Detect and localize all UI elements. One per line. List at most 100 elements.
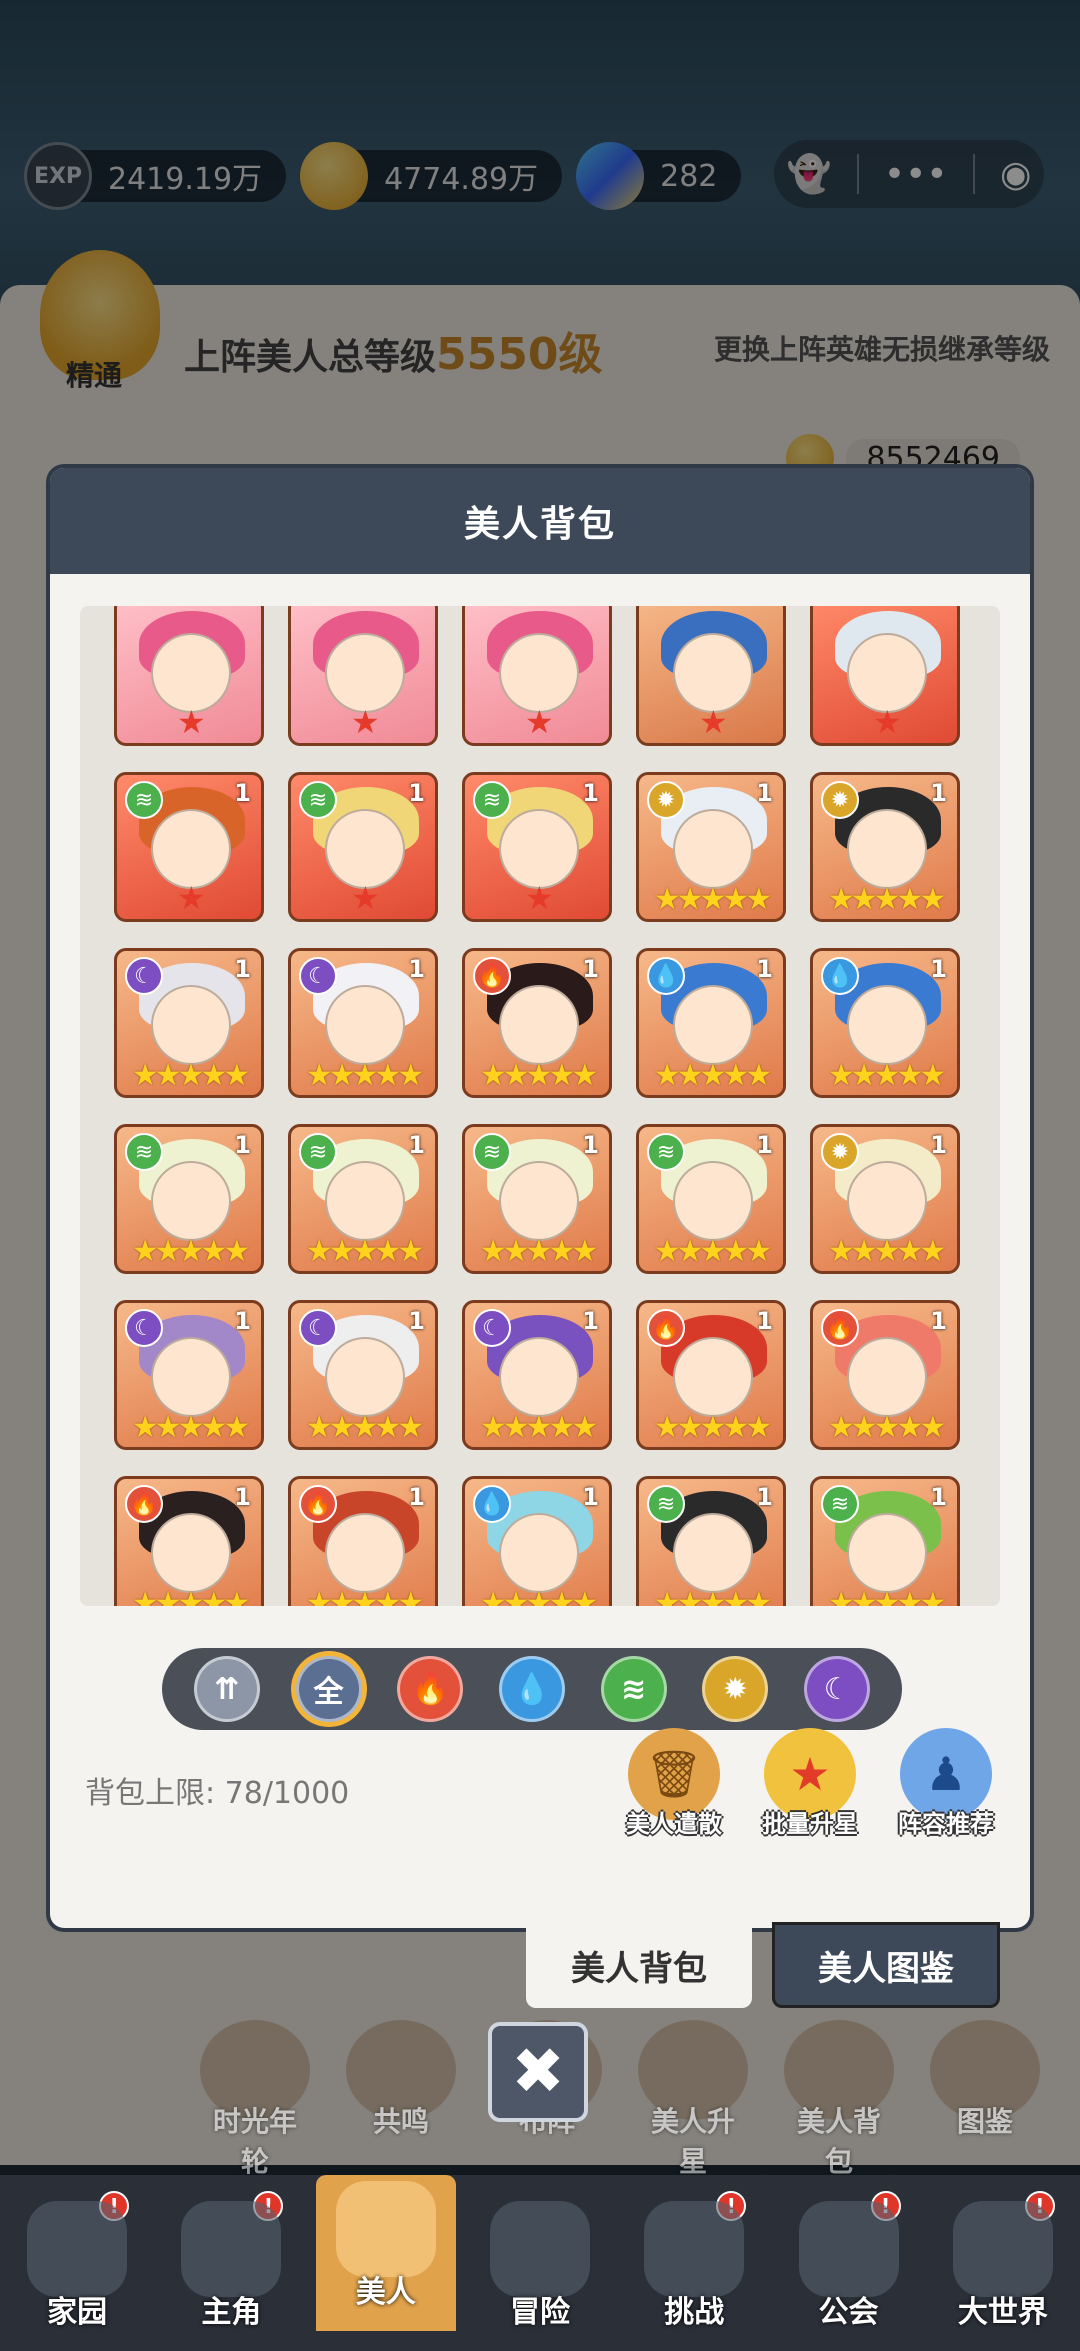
dismiss-label: 美人遣散 — [626, 1810, 722, 1838]
star-rating: ★★★★★ — [305, 1586, 424, 1606]
hero-count: 1 — [582, 1131, 599, 1159]
hero-card[interactable]: ✹ 1 ★★★★★ — [810, 772, 960, 922]
hero-card[interactable]: ★ — [114, 606, 264, 746]
hero-card[interactable]: 🔥 1 ★★★★★ — [810, 1300, 960, 1450]
nav-guild[interactable]: !公会 — [779, 2191, 919, 2331]
filter-water-icon[interactable]: 💧 — [498, 1656, 565, 1722]
hero-count: 1 — [408, 1307, 425, 1335]
hero-face — [151, 1513, 231, 1593]
hero-card[interactable]: ≋ 1 ★★★★★ — [462, 1124, 612, 1274]
nav-home[interactable]: !家园 — [7, 2191, 147, 2331]
nav-beauty[interactable]: 美人 — [315, 2175, 456, 2331]
hero-face — [673, 1513, 753, 1593]
hero-card[interactable]: ☾ 1 ★★★★★ — [114, 1300, 264, 1450]
modal-title: 美人背包 — [50, 468, 1030, 574]
hero-card[interactable]: ≋ 1 ★★★★★ — [114, 1124, 264, 1274]
fire-element-icon: 🔥 — [125, 1485, 163, 1523]
filter-wind-icon[interactable]: ≋ — [600, 1656, 667, 1722]
hero-card[interactable]: ✹ 1 ★★★★★ — [810, 1124, 960, 1274]
hero-count: 1 — [582, 1483, 599, 1511]
hero-card[interactable]: ≋ 1 ★ — [288, 772, 438, 922]
hero-card[interactable]: 🔥 1 ★★★★★ — [288, 1476, 438, 1606]
star-rating: ★★★★★ — [827, 1410, 946, 1445]
wind-element-icon: ≋ — [473, 1133, 511, 1171]
func-beauty-bag[interactable]: 美人背包 — [784, 2020, 894, 2180]
star-rating: ★ — [525, 879, 554, 917]
hero-count: 1 — [930, 1307, 947, 1335]
filter-dark-icon[interactable]: ☾ — [804, 1656, 871, 1722]
hero-card[interactable]: ≋ 1 ★ — [114, 772, 264, 922]
hero-card[interactable]: ≋ 1 ★★★★★ — [288, 1124, 438, 1274]
func-star-up[interactable]: 美人升星 — [638, 2020, 748, 2180]
star-rating: ★★★★★ — [131, 1410, 250, 1445]
hero-card[interactable]: 🔥 1 ★★★★★ — [636, 1300, 786, 1450]
hero-count: 1 — [930, 955, 947, 983]
hero-face — [673, 1337, 753, 1417]
hero-face — [325, 1513, 405, 1593]
nav-adventure[interactable]: 冒险 — [470, 2201, 610, 2331]
hero-card[interactable]: ★ — [810, 606, 960, 746]
hero-card[interactable]: ≋ 1 ★★★★★ — [636, 1476, 786, 1606]
func-time-wheel[interactable]: 时光年轮 — [200, 2020, 310, 2180]
hero-card[interactable]: 💧 1 ★★★★★ — [462, 1476, 612, 1606]
star-rating: ★ — [351, 703, 380, 741]
star-rating: ★★★★★ — [827, 882, 946, 917]
upgrade-sort-filter[interactable]: ⇈ — [193, 1656, 260, 1722]
hero-card[interactable]: ≋ 1 ★★★★★ — [810, 1476, 960, 1606]
hero-grid-scroll[interactable]: ★ ★ ★ ★ ★ ≋ 1 ★ ≋ 1 ★ ≋ 1 ★ ✹ 1 ★★★★★ ✹ 1 ★★★★★ ☾ 1 ★★★★★ ☾ 1 ★★★… — [80, 606, 1000, 1606]
close-modal-button[interactable]: ✖ — [488, 2022, 588, 2122]
hero-card[interactable]: ☾ 1 ★★★★★ — [288, 1300, 438, 1450]
hero-face — [151, 809, 231, 889]
filter-all[interactable]: 全 — [295, 1656, 362, 1722]
star-rating: ★★★★★ — [827, 1586, 946, 1606]
hero-count: 1 — [756, 1307, 773, 1335]
fire-element-icon: 🔥 — [647, 1309, 685, 1347]
hero-card[interactable]: ★ — [462, 606, 612, 746]
hero-card[interactable]: 💧 1 ★★★★★ — [636, 948, 786, 1098]
filter-fire-icon[interactable]: 🔥 — [397, 1656, 464, 1722]
hero-card[interactable]: ☾ 1 ★★★★★ — [462, 1300, 612, 1450]
hero-card[interactable]: 🔥 1 ★★★★★ — [462, 948, 612, 1098]
nav-protagonist[interactable]: !主角 — [161, 2191, 301, 2331]
hero-count: 1 — [234, 955, 251, 983]
filter-light-icon[interactable]: ✹ — [702, 1656, 769, 1722]
fire-element-icon: 🔥 — [299, 1485, 337, 1523]
nav-world[interactable]: !大世界 — [933, 2191, 1073, 2331]
star-rating: ★ — [525, 703, 554, 741]
dark-element-icon: ☾ — [299, 957, 337, 995]
hero-face — [847, 1161, 927, 1241]
home-icon — [27, 2201, 128, 2297]
func-resonance[interactable]: 共鸣 — [346, 2020, 456, 2180]
star-rating: ★ — [177, 703, 206, 741]
hero-card[interactable]: ≋ 1 ★ — [462, 772, 612, 922]
hero-face — [151, 1161, 231, 1241]
hero-card[interactable]: ✹ 1 ★★★★★ — [636, 772, 786, 922]
hero-card[interactable]: ★ — [636, 606, 786, 746]
element-filter-bar: ⇈ 全 🔥 💧 ≋ ✹ ☾ — [162, 1648, 902, 1730]
dark-element-icon: ☾ — [125, 1309, 163, 1347]
hero-count: 1 — [756, 1483, 773, 1511]
nav-challenge[interactable]: !挑战 — [624, 2191, 764, 2331]
hero-card[interactable]: ☾ 1 ★★★★★ — [288, 948, 438, 1098]
bag-capacity: 背包上限: 78/1000 — [85, 1776, 350, 1811]
team-recommend-button[interactable]: ♟ 阵容推荐 — [890, 1728, 1002, 1839]
batch-star-label: 批量升星 — [762, 1810, 858, 1838]
dismiss-beauty-button[interactable]: 🗑 美人遣散 — [618, 1728, 730, 1839]
func-gallery[interactable]: 图鉴 — [930, 2020, 1040, 2180]
hero-card[interactable]: 💧 1 ★★★★★ — [810, 948, 960, 1098]
hero-card[interactable]: 🔥 1 ★★★★★ — [114, 1476, 264, 1606]
star-rating: ★★★★★ — [653, 1410, 772, 1445]
hero-card[interactable]: ☾ 1 ★★★★★ — [114, 948, 264, 1098]
tab-beauty-gallery[interactable]: 美人图鉴 — [772, 1922, 1000, 2008]
hero-grid: ★ ★ ★ ★ ★ ≋ 1 ★ ≋ 1 ★ ≋ 1 ★ ✹ 1 ★★★★★ ✹ 1 ★★★★★ ☾ 1 ★★★★★ ☾ 1 ★★★… — [114, 606, 984, 1606]
wind-element-icon: ≋ — [821, 1485, 859, 1523]
hero-count: 1 — [408, 1483, 425, 1511]
hero-card[interactable]: ★ — [288, 606, 438, 746]
guild-icon — [798, 2201, 899, 2297]
tab-beauty-bag[interactable]: 美人背包 — [526, 1922, 752, 2008]
hero-face — [847, 809, 927, 889]
batch-star-up-button[interactable]: ★ 批量升星 — [754, 1728, 866, 1839]
hero-card[interactable]: ≋ 1 ★★★★★ — [636, 1124, 786, 1274]
adventure-icon — [489, 2201, 590, 2297]
star-rating: ★★★★★ — [653, 1234, 772, 1269]
